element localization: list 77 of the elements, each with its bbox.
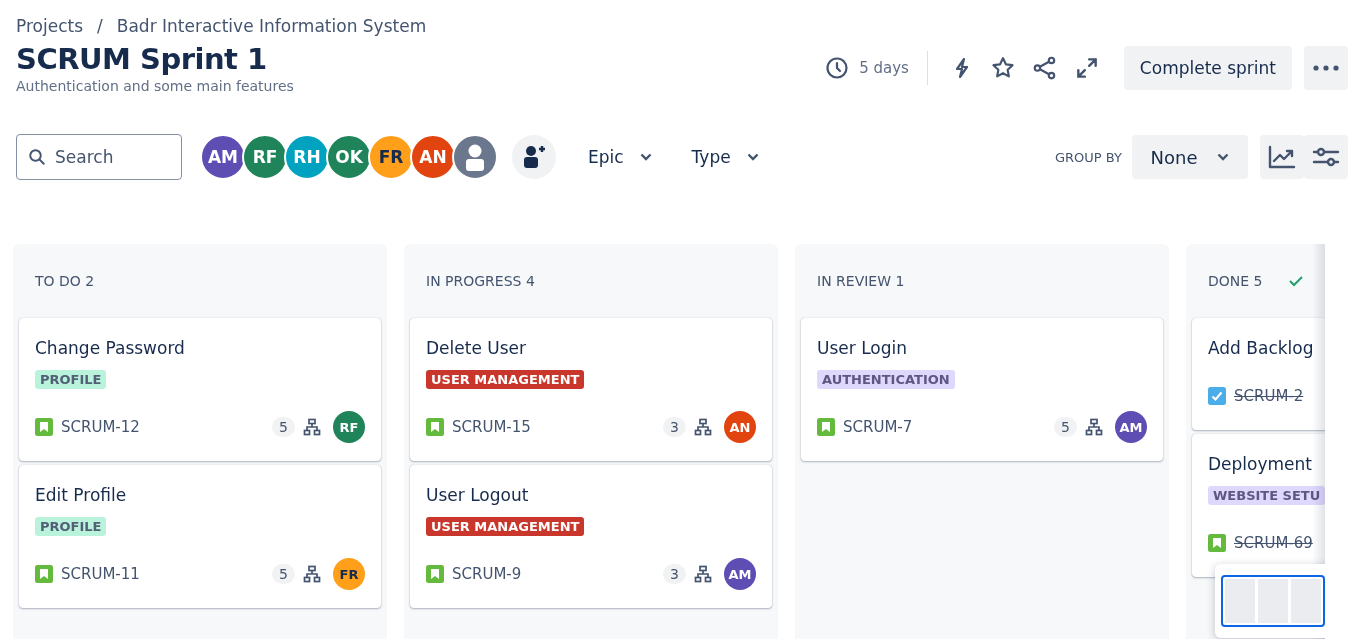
clock-icon [825, 56, 850, 80]
assignee-avatar[interactable]: AM [724, 558, 756, 590]
epic-label: PROFILE [35, 370, 107, 389]
assignee-avatar[interactable]: AN [724, 411, 756, 443]
more-icon [1313, 65, 1339, 71]
issue-title: Change Password [35, 338, 186, 358]
more-button[interactable] [1304, 46, 1348, 90]
column-title: TO DO 2 [35, 273, 95, 289]
epic-label: USER MANAGEMENT [426, 517, 585, 536]
issue-key[interactable]: SCRUM-69 [1234, 534, 1313, 552]
issue-title: Deployment [1208, 454, 1313, 474]
story-points: 5 [272, 564, 295, 584]
issue-key[interactable]: SCRUM-7 [843, 418, 913, 436]
group-by-select[interactable]: None [1132, 135, 1248, 179]
chevron-down-icon [1217, 153, 1230, 161]
issue-title: User Logout [426, 485, 530, 505]
user-avatar[interactable]: RF [242, 134, 288, 180]
issue-key[interactable]: SCRUM-2 [1234, 387, 1304, 405]
issue-card[interactable]: Add Backlog SCRUM-2 [1192, 318, 1325, 430]
issue-card[interactable]: Deployment WEBSITE SETU SCRUM-69 [1192, 434, 1325, 577]
issue-card[interactable]: Edit Profile PROFILE SCRUM-11 5 FR [19, 465, 381, 608]
user-avatar[interactable]: FR [368, 134, 414, 180]
hierarchy-icon [303, 418, 321, 436]
search-icon [28, 148, 46, 166]
sliders-icon [1312, 145, 1340, 169]
issue-card[interactable]: Change Password PROFILE SCRUM-12 5 RF [19, 318, 381, 461]
minimap-popup[interactable] [1215, 564, 1325, 638]
chevron-down-icon [746, 153, 759, 161]
filter-dropdown[interactable]: Epic [580, 141, 660, 173]
epic-label: WEBSITE SETU [1208, 486, 1325, 505]
group-by-label: GROUP BY [1055, 149, 1122, 165]
story-points: 5 [1054, 417, 1077, 437]
view-settings-button[interactable] [1304, 135, 1348, 179]
days-remaining: 5 days [859, 59, 909, 77]
user-avatar[interactable]: AN [410, 134, 456, 180]
breadcrumb-separator: / [97, 16, 103, 36]
filter-dropdown[interactable]: Type [683, 141, 767, 173]
chart-icon [1268, 145, 1296, 169]
epic-label: AUTHENTICATION [817, 370, 955, 389]
assignee-avatar[interactable]: FR [333, 558, 365, 590]
hierarchy-icon [1085, 418, 1103, 436]
assignee-avatar[interactable]: RF [333, 411, 365, 443]
complete-sprint-button[interactable]: Complete sprint [1123, 46, 1292, 90]
user-avatar[interactable]: OK [326, 134, 372, 180]
column-title: IN REVIEW 1 [817, 273, 905, 289]
chevron-down-icon [639, 153, 652, 161]
breadcrumb-link[interactable]: Projects [16, 16, 84, 36]
issue-key[interactable]: SCRUM-9 [452, 565, 522, 583]
epic-label: PROFILE [35, 517, 107, 536]
add-person-icon [521, 144, 547, 170]
search-field[interactable]: Search [16, 134, 182, 180]
hierarchy-icon [694, 418, 712, 436]
issue-key[interactable]: SCRUM-15 [452, 418, 531, 436]
user-avatar[interactable]: AM [200, 134, 246, 180]
insights-button[interactable] [1260, 135, 1304, 179]
column-title: DONE 5 [1208, 273, 1263, 289]
hierarchy-icon [694, 565, 712, 583]
issue-key[interactable]: SCRUM-11 [61, 565, 140, 583]
issue-title: Delete User [426, 338, 527, 358]
sprint-goal: Authentication and some main features [16, 78, 295, 94]
breadcrumb-link[interactable]: Badr Interactive Information System [116, 16, 427, 36]
issue-card[interactable]: User Login AUTHENTICATION SCRUM-7 5 AM [801, 318, 1163, 461]
sprint-title: SCRUM Sprint 1 [16, 42, 268, 76]
epic-label: USER MANAGEMENT [426, 370, 585, 389]
hierarchy-icon [303, 565, 321, 583]
issue-title: User Login [817, 338, 908, 358]
add-people-button[interactable] [512, 135, 556, 179]
assignee-avatar[interactable]: AM [1115, 411, 1147, 443]
issue-key[interactable]: SCRUM-12 [61, 418, 140, 436]
issue-card[interactable]: Delete User USER MANAGEMENT SCRUM-15 3 AN [410, 318, 772, 461]
issue-title: Edit Profile [35, 485, 128, 505]
story-points: 5 [272, 417, 295, 437]
issue-card[interactable]: User Logout USER MANAGEMENT SCRUM-9 3 AM [410, 465, 772, 608]
issue-title: Add Backlog [1208, 338, 1315, 358]
story-points: 3 [663, 417, 686, 437]
column-title: IN PROGRESS 4 [426, 273, 535, 289]
story-points: 3 [663, 564, 686, 584]
